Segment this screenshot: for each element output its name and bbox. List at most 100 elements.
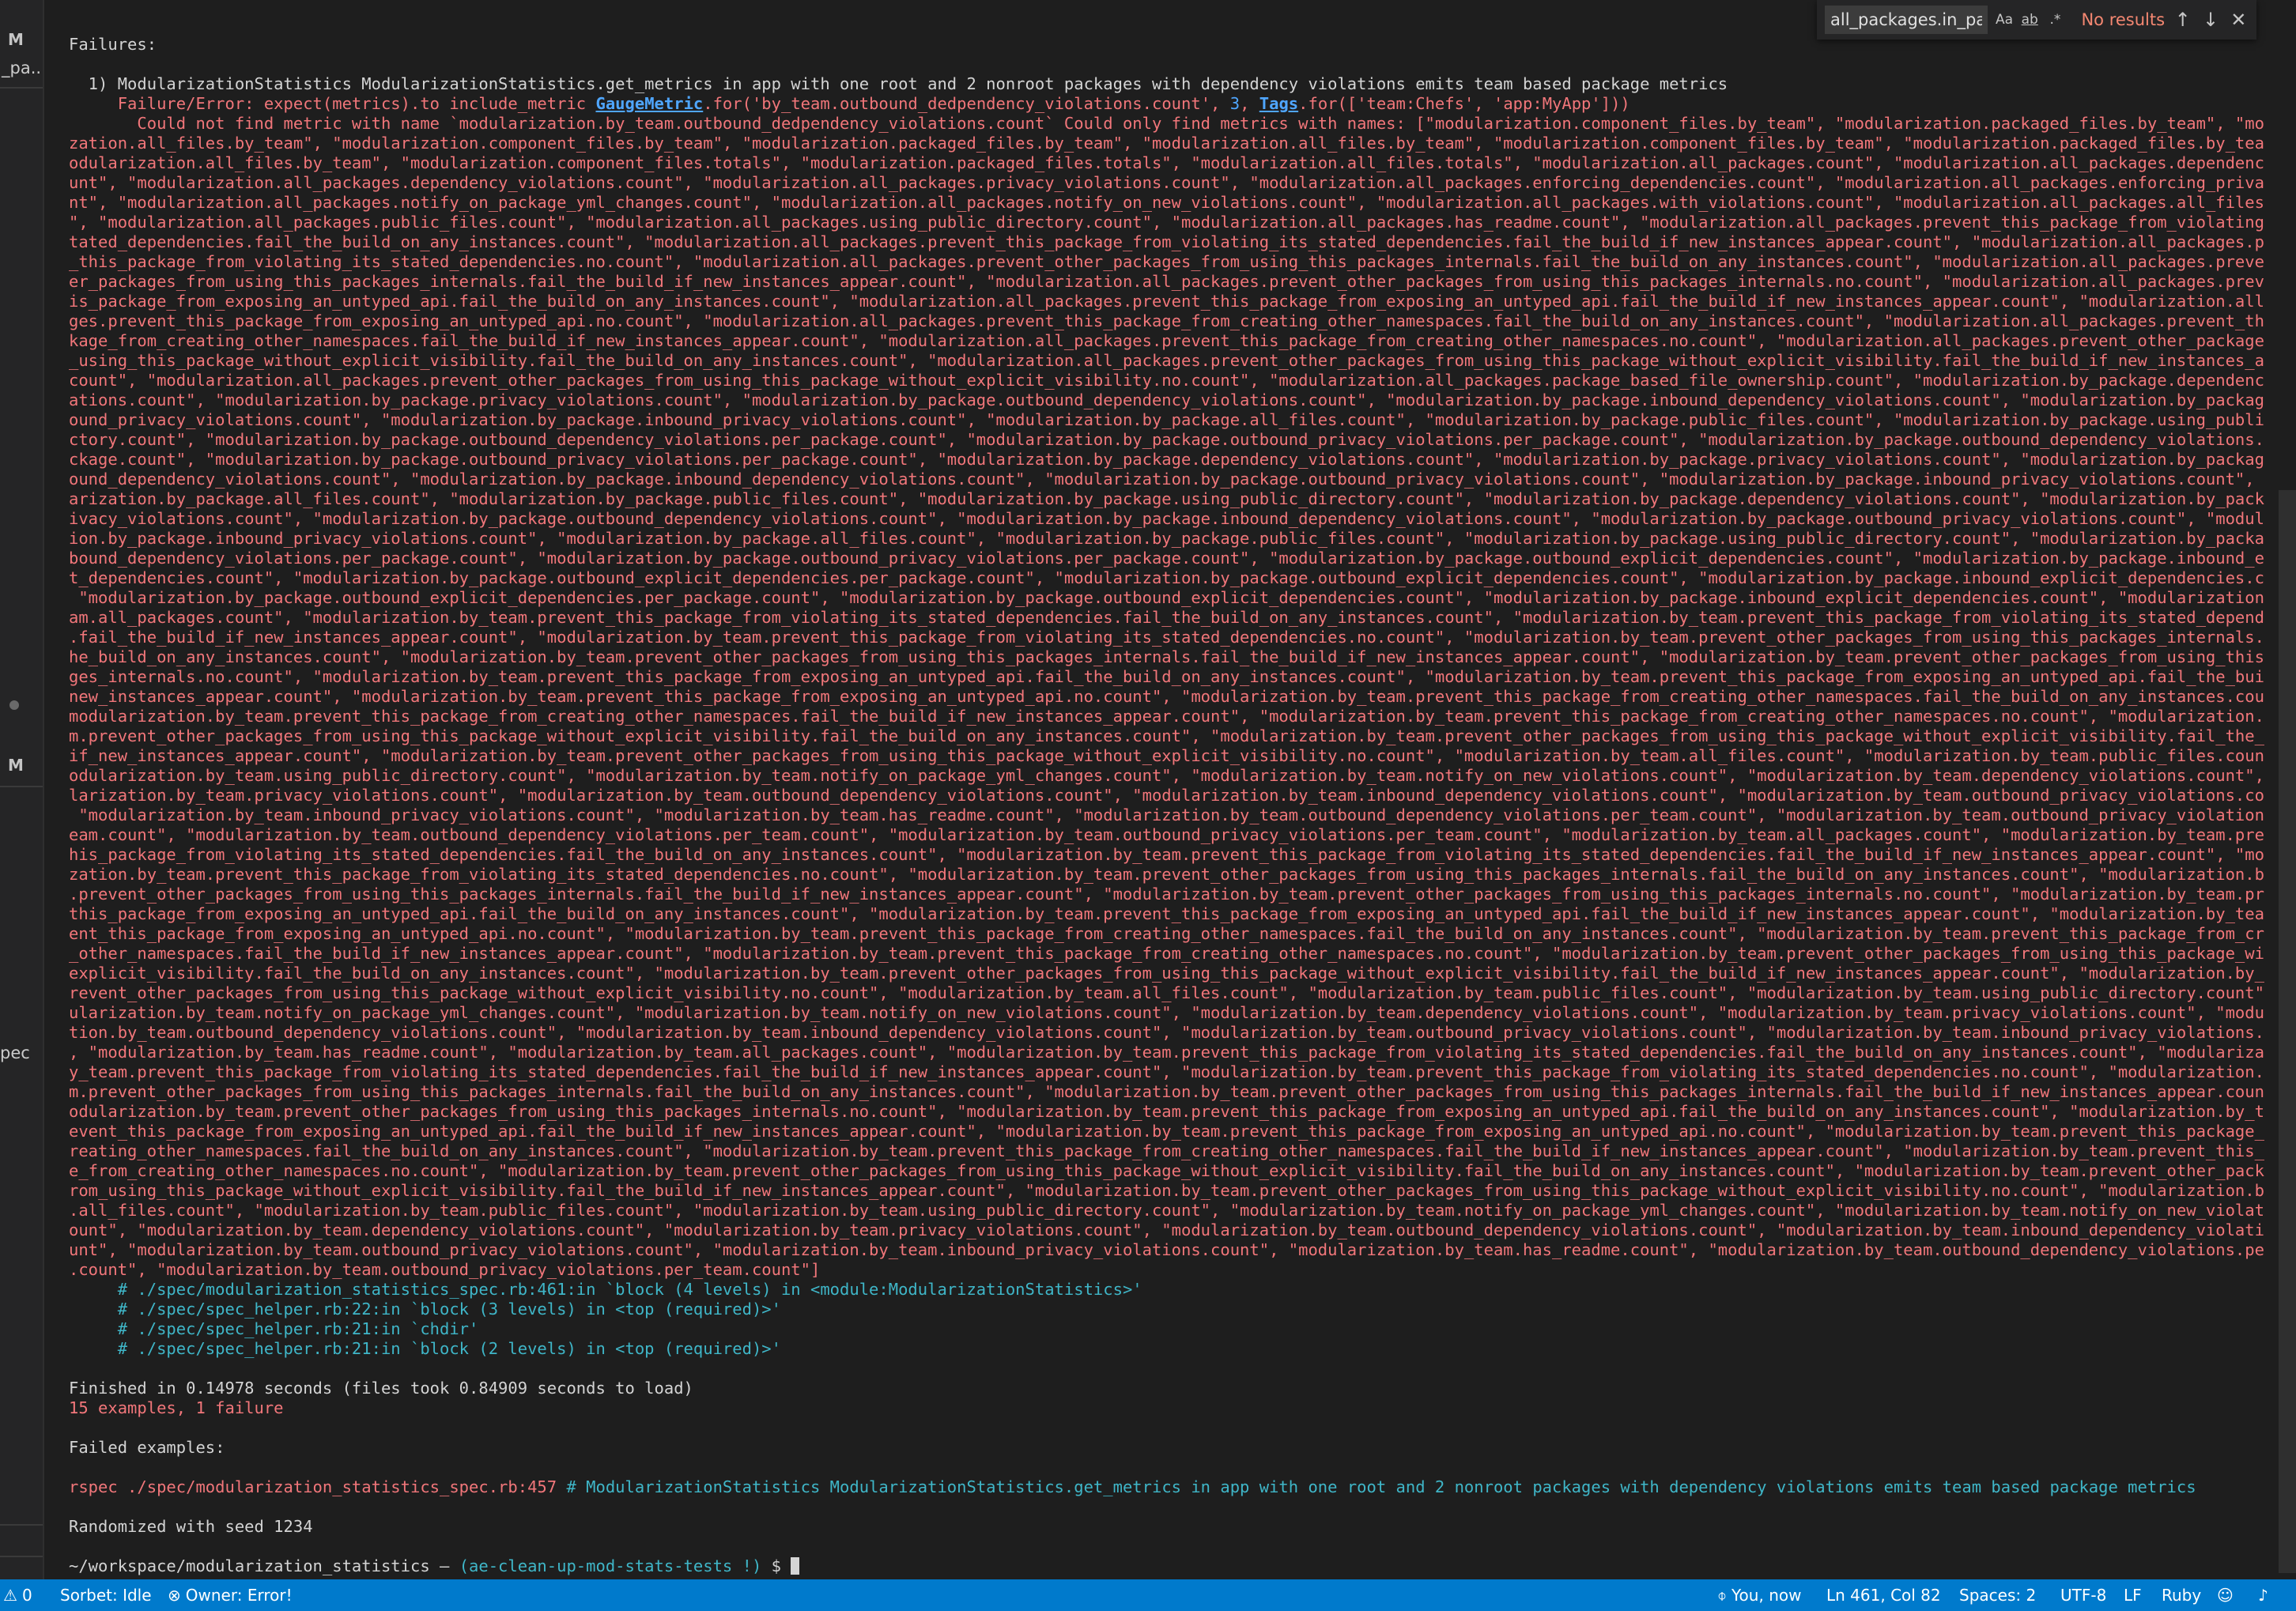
failure-message-line: ound_dependency_violations.count", "modu… <box>69 470 2264 489</box>
failed-examples-header: Failed examples: <box>69 1438 225 1457</box>
blame-label: You, now <box>1731 1586 1802 1605</box>
failure-message-line: count", "modularization.all_packages.pre… <box>69 371 2264 390</box>
modified-badge: M <box>8 30 24 49</box>
failure-message-line: reating_other_namespaces.fail_the_build_… <box>69 1141 2264 1160</box>
sorbet-status[interactable]: Sorbet: Idle <box>60 1586 152 1605</box>
failure-error-line: Failure/Error: expect(metrics).to includ… <box>69 94 2264 114</box>
owner-label: Owner: Error! <box>185 1586 293 1605</box>
match-whole-word-icon[interactable]: ab <box>2021 12 2038 28</box>
failure-for-post: .for(['team:Chefs', 'app:MyApp'])) <box>1298 94 1630 113</box>
failure-message-line: nt", "modularization.all_packages.notify… <box>69 193 2264 212</box>
warning-icon: ⚠ <box>3 1586 17 1605</box>
failure-message-line: tion.by_team.outbound_dependency_violati… <box>69 1023 2264 1042</box>
tags-link[interactable]: Tags <box>1259 94 1298 113</box>
explorer-item-spec[interactable]: pec <box>0 1043 30 1062</box>
failure-message-line: new_instances_appear.count", "modulariza… <box>69 687 2264 706</box>
encoding[interactable]: UTF-8 <box>2060 1586 2106 1605</box>
backtrace-line[interactable]: # ./spec/spec_helper.rb:21:in `block (2 … <box>69 1339 2264 1359</box>
use-regex-icon[interactable]: .* <box>2046 12 2064 28</box>
failure-message-line: this_package_from_exposing_an_untyped_ap… <box>69 904 2264 923</box>
failure-message-line: zation.all_files.by_team", "modularizati… <box>69 134 2264 153</box>
failure-message-line: arization.by_package.all_files.count", "… <box>69 489 2264 508</box>
failure-message-line: e_from_creating_other_namespaces.no.coun… <box>69 1161 2264 1180</box>
failure-message-line: larization.by_team.privacy_violations.co… <box>69 786 2264 805</box>
failure-message-line: Could not find metric with name `modular… <box>69 114 2264 133</box>
failure-error-prefix: Failure/Error: <box>69 94 264 113</box>
failure-message-line: tated_dependencies.fail_the_build_on_any… <box>69 232 2264 251</box>
failure-message-line: m.prevent_other_packages_from_using_this… <box>69 1082 2264 1101</box>
cursor-position[interactable]: Ln 461, Col 82 <box>1826 1586 1941 1605</box>
find-input[interactable] <box>1825 6 1988 34</box>
backtrace: # ./spec/modularization_statistics_spec.… <box>69 1280 2264 1359</box>
unsaved-dot-icon <box>9 700 19 710</box>
feedback-icon[interactable]: ☺ <box>2217 1586 2234 1605</box>
failure-message-line: t_dependencies.count", "modularization.b… <box>69 568 2264 587</box>
sidebar-divider <box>0 87 43 89</box>
indentation[interactable]: Spaces: 2 <box>1959 1586 2036 1605</box>
language-mode[interactable]: Ruby <box>2162 1586 2201 1605</box>
rerun-comment: # ModularizationStatistics Modularizatio… <box>557 1477 2196 1496</box>
match-case-icon[interactable]: Aa <box>1996 12 2013 28</box>
find-results-count: No results <box>2081 10 2166 29</box>
failure-message-line: "modularization.by_team.inbound_privacy_… <box>69 806 2264 824</box>
shell-prompt[interactable]: ~/workspace/modularization_statistics – … <box>69 1556 2264 1576</box>
failure-message: Could not find metric with name `modular… <box>69 114 2264 1280</box>
failure-message-line: unt", "modularization.all_packages.depen… <box>69 173 2264 192</box>
failure-message-line: ularization.by_team.notify_on_package_ym… <box>69 1003 2264 1022</box>
failure-message-line: ations.count", "modularization.by_packag… <box>69 390 2264 409</box>
failure-message-line: .prevent_other_packages_from_using_this_… <box>69 885 2264 904</box>
failure-message-line: revent_other_packages_from_using_this_pa… <box>69 983 2264 1002</box>
failure-message-line: ", "modularization.all_packages.public_f… <box>69 213 2264 232</box>
problems-indicator[interactable]: ⚠ 0 <box>3 1586 32 1605</box>
backtrace-line[interactable]: # ./spec/spec_helper.rb:21:in `chdir' <box>69 1319 2264 1339</box>
failure-message-line: his_package_from_violating_its_stated_de… <box>69 845 2264 864</box>
modified-badge-2: M <box>8 756 24 775</box>
failure-message-line: _using_this_package_without_explicit_vis… <box>69 351 2264 370</box>
failure-comma: , <box>1240 94 1259 113</box>
sidebar-divider-2 <box>0 786 43 787</box>
failure-message-line: .all_files.count", "modularization.by_te… <box>69 1201 2264 1220</box>
error-circle-icon: ⊗ <box>168 1586 181 1605</box>
failure-message-line: event_this_package_from_exposing_an_unty… <box>69 1122 2264 1141</box>
explorer-sidebar-edge: M _pa... M pec <box>0 0 44 1579</box>
end-of-line[interactable]: LF <box>2124 1586 2142 1605</box>
arrow-down-icon[interactable]: ↓ <box>2200 9 2220 31</box>
failure-title: 1) ModularizationStatistics Modularizati… <box>69 74 1728 93</box>
rerun-command[interactable]: rspec ./spec/modularization_statistics_s… <box>69 1477 557 1496</box>
failure-message-line: modularization.by_team.prevent_this_pack… <box>69 707 2264 726</box>
failure-message-line: er_packages_from_using_this_packages_int… <box>69 272 2264 291</box>
git-commit-icon: ⌽ <box>1717 1586 1727 1605</box>
failure-message-line: kage_from_creating_other_namespaces.fail… <box>69 331 2264 350</box>
seed-line: Randomized with seed 1234 <box>69 1517 313 1536</box>
failure-message-line: "modularization.by_package.outbound_expl… <box>69 588 2264 607</box>
prompt-dash: – <box>429 1556 459 1575</box>
gauge-metric-link[interactable]: GaugeMetric <box>595 94 703 113</box>
failure-message-line: _this_package_from_violating_its_stated_… <box>69 252 2264 271</box>
warnings-count: 0 <box>21 1586 32 1605</box>
failure-message-line: ion.by_package.inbound_privacy_violation… <box>69 529 2264 548</box>
failure-message-line: explicit_visibility.fail_the_build_on_an… <box>69 964 2264 983</box>
git-blame[interactable]: ⌽ You, now <box>1717 1586 1801 1605</box>
close-icon[interactable]: ✕ <box>2229 9 2249 31</box>
failure-message-line: ges.prevent_this_package_from_exposing_a… <box>69 311 2264 330</box>
failure-message-line: odularization.by_team.prevent_other_pack… <box>69 1102 2264 1121</box>
sidebar-divider-3 <box>0 1524 43 1526</box>
status-bar: ⚠ 0 Sorbet: Idle ⊗ Owner: Error! ⌽ You, … <box>0 1579 2296 1611</box>
terminal-scrollbar[interactable] <box>2279 490 2296 1573</box>
terminal-panel[interactable]: Failures: 1) ModularizationStatistics Mo… <box>44 0 2296 1579</box>
backtrace-line[interactable]: # ./spec/modularization_statistics_spec.… <box>69 1280 2264 1300</box>
failure-message-line: rom_using_this_package_without_explicit_… <box>69 1181 2264 1200</box>
arrow-up-icon[interactable]: ↑ <box>2173 9 2192 31</box>
failure-message-line: ount", "modularization.by_team.dependenc… <box>69 1221 2264 1239</box>
owner-status[interactable]: ⊗ Owner: Error! <box>168 1586 293 1605</box>
failure-message-line: ivacy_violations.count", "modularization… <box>69 509 2264 528</box>
bell-icon[interactable]: ♪ <box>2258 1586 2268 1605</box>
prompt-symbol: $ <box>761 1556 791 1575</box>
failure-message-line: he_build_on_any_instances.count", "modul… <box>69 647 2264 666</box>
failure-three: 3 <box>1229 94 1241 113</box>
failure-message-line: am.all_packages.count", "modularization.… <box>69 608 2264 627</box>
failure-message-line: bound_dependency_violations.per_package.… <box>69 549 2264 568</box>
failure-for-pre: .for('by_team.outbound_dedpendency_viola… <box>703 94 1230 113</box>
explorer-item-pa[interactable]: _pa... <box>2 58 43 77</box>
backtrace-line[interactable]: # ./spec/spec_helper.rb:22:in `block (3 … <box>69 1300 2264 1319</box>
